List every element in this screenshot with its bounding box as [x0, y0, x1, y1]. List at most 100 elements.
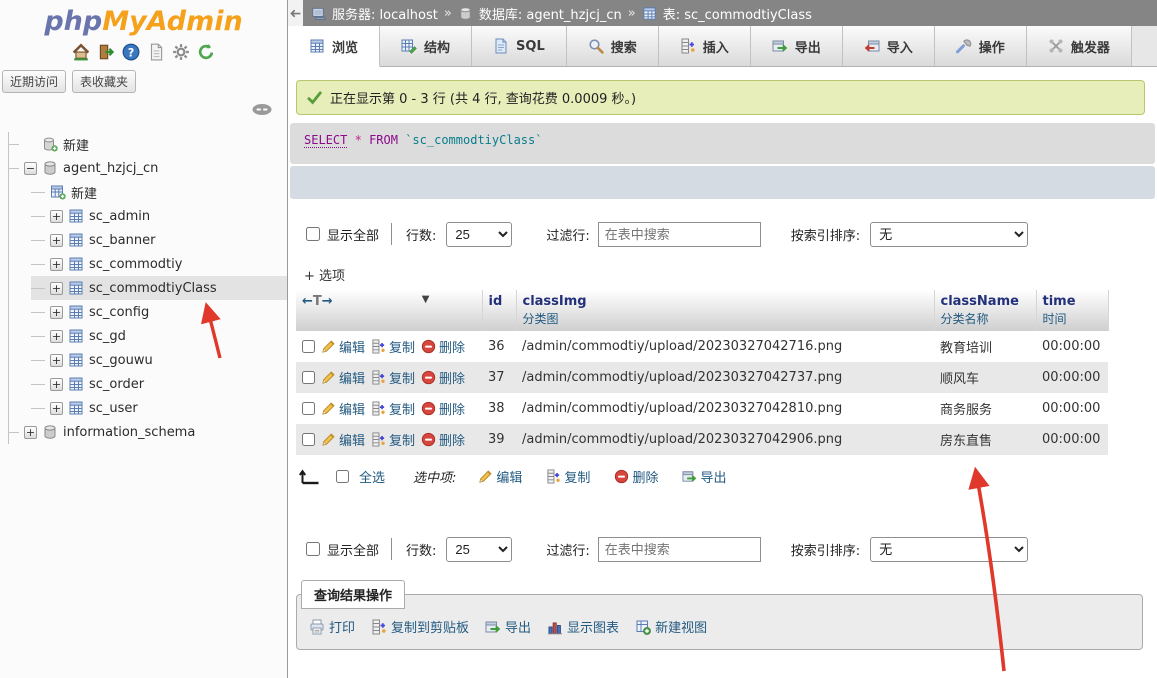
column-header-time[interactable]: time时间: [1036, 290, 1108, 331]
expand-icon[interactable]: +: [50, 354, 63, 367]
copy-row-button[interactable]: 复制: [371, 368, 415, 387]
expand-icon[interactable]: +: [50, 378, 63, 391]
row-checkbox[interactable]: [302, 340, 315, 353]
export-button[interactable]: 导出: [485, 617, 531, 636]
arrow-right-icon[interactable]: →: [322, 294, 333, 309]
collapse-icon[interactable]: −: [24, 162, 37, 175]
tab-browse[interactable]: 浏览: [288, 26, 380, 67]
copy-row-button[interactable]: 复制: [371, 430, 415, 449]
sql-keyword-select[interactable]: SELECT: [304, 133, 347, 148]
column-header-classname[interactable]: className分类名称: [934, 290, 1036, 331]
row-checkbox[interactable]: [302, 402, 315, 415]
tree-item-table-sc-gd[interactable]: + sc_gd: [31, 324, 287, 348]
delete-row-button[interactable]: 删除: [421, 337, 465, 356]
column-header-id[interactable]: id: [482, 290, 516, 331]
show-all-checkbox[interactable]: [306, 227, 320, 241]
logout-icon[interactable]: [97, 43, 115, 61]
expand-icon[interactable]: +: [24, 426, 37, 439]
edit-selected-button[interactable]: 编辑: [478, 467, 522, 486]
delete-row-button[interactable]: 删除: [421, 430, 465, 449]
result-filter-row-bottom: 显示全部 行数: 25 过滤行: 按索引排序: 无: [306, 534, 1157, 564]
tab-structure[interactable]: 结构: [380, 26, 472, 66]
tab-export[interactable]: 导出: [751, 26, 843, 66]
display-chart-button[interactable]: 显示图表: [547, 617, 619, 636]
copy-row-button[interactable]: 复制: [371, 399, 415, 418]
expand-icon[interactable]: +: [50, 258, 63, 271]
tree-item-database-agent-hzjcj-cn[interactable]: − agent_hzjcj_cn: [9, 156, 287, 180]
delete-selected-button[interactable]: 删除: [614, 467, 658, 486]
table-search-input[interactable]: [598, 222, 761, 247]
rows-count-select[interactable]: 25: [446, 222, 512, 247]
home-icon[interactable]: [72, 43, 90, 61]
delete-row-button[interactable]: 删除: [421, 368, 465, 387]
print-button[interactable]: 打印: [309, 617, 355, 636]
row-checkbox[interactable]: [302, 371, 315, 384]
edit-row-button[interactable]: 编辑: [321, 399, 365, 418]
tree-item-table-sc-banner[interactable]: + sc_banner: [31, 228, 287, 252]
copy-to-clipboard-button[interactable]: 复制到剪贴板: [371, 617, 469, 636]
check-all-link[interactable]: 全选: [359, 467, 385, 486]
tree-item-table-sc-commodtiy[interactable]: + sc_commodtiy: [31, 252, 287, 276]
cell-id: 39: [482, 424, 516, 455]
expand-icon[interactable]: +: [50, 306, 63, 319]
breadcrumb-table[interactable]: 表: sc_commodtiyClass: [663, 4, 812, 23]
tab-operations[interactable]: 操作: [935, 26, 1027, 66]
arrow-left-icon[interactable]: ←: [302, 294, 313, 309]
expand-icon[interactable]: +: [50, 234, 63, 247]
breadcrumb-server[interactable]: 服务器: localhost: [332, 4, 438, 23]
collapse-sidebar-button[interactable]: [288, 0, 303, 26]
expand-icon[interactable]: +: [50, 210, 63, 223]
tree-item-table-sc-config[interactable]: + sc_config: [31, 300, 287, 324]
link-panels-icon[interactable]: [251, 103, 273, 116]
options-toggle-link[interactable]: + 选项: [304, 265, 345, 284]
pencil-icon: [321, 401, 336, 416]
delete-row-button[interactable]: 删除: [421, 399, 465, 418]
rows-count-select[interactable]: 25: [446, 537, 512, 562]
phpmyadmin-logo[interactable]: phpMyAdmin: [0, 6, 287, 37]
tree-item-table-sc-admin[interactable]: + sc_admin: [31, 204, 287, 228]
edit-row-button[interactable]: 编辑: [321, 337, 365, 356]
sort-by-key-select[interactable]: 无: [870, 222, 1028, 247]
check-all-checkbox[interactable]: [336, 470, 349, 483]
tab-triggers[interactable]: 触发器: [1027, 26, 1132, 66]
tree-item-table-sc-user[interactable]: + sc_user: [31, 396, 287, 420]
tab-insert[interactable]: 插入: [659, 26, 751, 66]
create-view-button[interactable]: 新建视图: [635, 617, 707, 636]
refresh-icon[interactable]: [197, 43, 215, 61]
text-toggle-icon[interactable]: T: [313, 294, 322, 309]
copy-selected-button[interactable]: 复制: [546, 467, 590, 486]
edit-row-button[interactable]: 编辑: [321, 430, 365, 449]
expand-icon[interactable]: +: [50, 330, 63, 343]
expand-icon[interactable]: +: [50, 402, 63, 415]
breadcrumb-database[interactable]: 数据库: agent_hzjcj_cn: [479, 4, 622, 23]
tree-item-new-database[interactable]: 新建: [9, 132, 287, 156]
query-toolbar-strip: [290, 166, 1155, 199]
tree-item-database-information-schema[interactable]: + information_schema: [9, 420, 287, 444]
tree-label: sc_gouwu: [89, 353, 153, 368]
tree-item-table-sc-commodtiyclass[interactable]: + sc_commodtiyClass: [31, 276, 287, 300]
export-selected-button[interactable]: 导出: [682, 467, 726, 486]
tab-search[interactable]: 搜索: [567, 26, 659, 66]
tab-bar: 浏览 结构 SQL 搜索 插入 导出 导入 操作 触发器: [288, 26, 1157, 67]
column-header-classimg[interactable]: classImg分类图: [516, 290, 934, 331]
database-icon: [42, 160, 58, 176]
sort-by-key-select[interactable]: 无: [870, 537, 1028, 562]
copy-row-button[interactable]: 复制: [371, 337, 415, 356]
tree-item-new-table[interactable]: 新建: [31, 180, 287, 204]
tree-item-table-sc-order[interactable]: + sc_order: [31, 372, 287, 396]
docs-icon[interactable]: [147, 43, 165, 61]
show-all-checkbox[interactable]: [306, 542, 320, 556]
tab-sql[interactable]: SQL: [472, 26, 567, 66]
help-icon[interactable]: ?: [122, 43, 140, 61]
table-search-input[interactable]: [598, 537, 761, 562]
recent-tables-button[interactable]: 近期访问: [2, 70, 66, 93]
expand-icon[interactable]: +: [50, 282, 63, 295]
settings-icon[interactable]: [172, 43, 190, 61]
tab-import[interactable]: 导入: [843, 26, 935, 66]
edit-row-button[interactable]: 编辑: [321, 368, 365, 387]
row-checkbox[interactable]: [302, 433, 315, 446]
tree-item-table-sc-gouwu[interactable]: + sc_gouwu: [31, 348, 287, 372]
favorite-tables-button[interactable]: 表收藏夹: [72, 70, 136, 93]
sql-query-display: SELECT * FROM `sc_commodtiyClass`: [290, 123, 1155, 164]
sort-options-icon[interactable]: ▼: [422, 294, 430, 305]
